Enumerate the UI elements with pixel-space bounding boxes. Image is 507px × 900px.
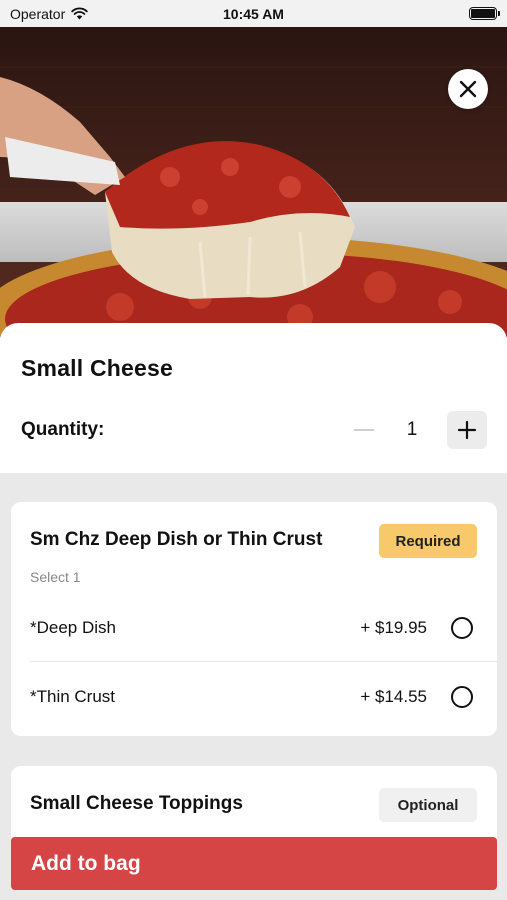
minus-icon [354, 429, 374, 431]
product-header: Small Cheese Quantity: 1 [0, 323, 507, 473]
carrier-group: Operator [10, 6, 88, 22]
quantity-value: 1 [406, 419, 418, 440]
add-to-bag-button[interactable]: Add to bag [11, 837, 497, 890]
wifi-icon [71, 7, 88, 20]
radio-button[interactable] [451, 616, 473, 639]
option-price: + $14.55 [360, 687, 427, 706]
increment-button[interactable] [447, 411, 487, 449]
decrement-button[interactable] [351, 411, 377, 449]
option-group-title: Sm Chz Deep Dish or Thin Crust [30, 529, 323, 550]
radio-button[interactable] [451, 686, 473, 708]
status-bar: Operator 10:45 AM [0, 0, 507, 27]
option-group-toppings: Small Cheese Toppings Optional [11, 766, 497, 846]
quantity-row: Quantity: 1 [21, 411, 487, 449]
optional-badge: Optional [379, 788, 477, 822]
option-price: + $19.95 [360, 617, 427, 637]
option-thin-crust[interactable]: *Thin Crust + $14.55 [30, 663, 497, 731]
product-hero-image [0, 27, 507, 337]
option-deep-dish[interactable]: *Deep Dish + $19.95 [30, 594, 497, 662]
option-name: *Deep Dish [30, 617, 116, 637]
close-icon [459, 80, 477, 98]
carrier-name: Operator [10, 5, 66, 22]
option-group-title: Small Cheese Toppings [30, 793, 243, 814]
quantity-stepper: 1 [351, 411, 487, 449]
option-group-crust: Sm Chz Deep Dish or Thin Crust Required … [11, 502, 497, 736]
option-name: *Thin Crust [30, 687, 116, 706]
close-button[interactable] [448, 69, 488, 109]
product-title: Small Cheese [21, 355, 173, 381]
battery-icon [469, 7, 500, 20]
plus-icon [457, 420, 477, 440]
option-group-subtitle: Select 1 [30, 569, 81, 585]
required-badge: Required [379, 524, 477, 558]
quantity-label: Quantity: [21, 419, 105, 440]
